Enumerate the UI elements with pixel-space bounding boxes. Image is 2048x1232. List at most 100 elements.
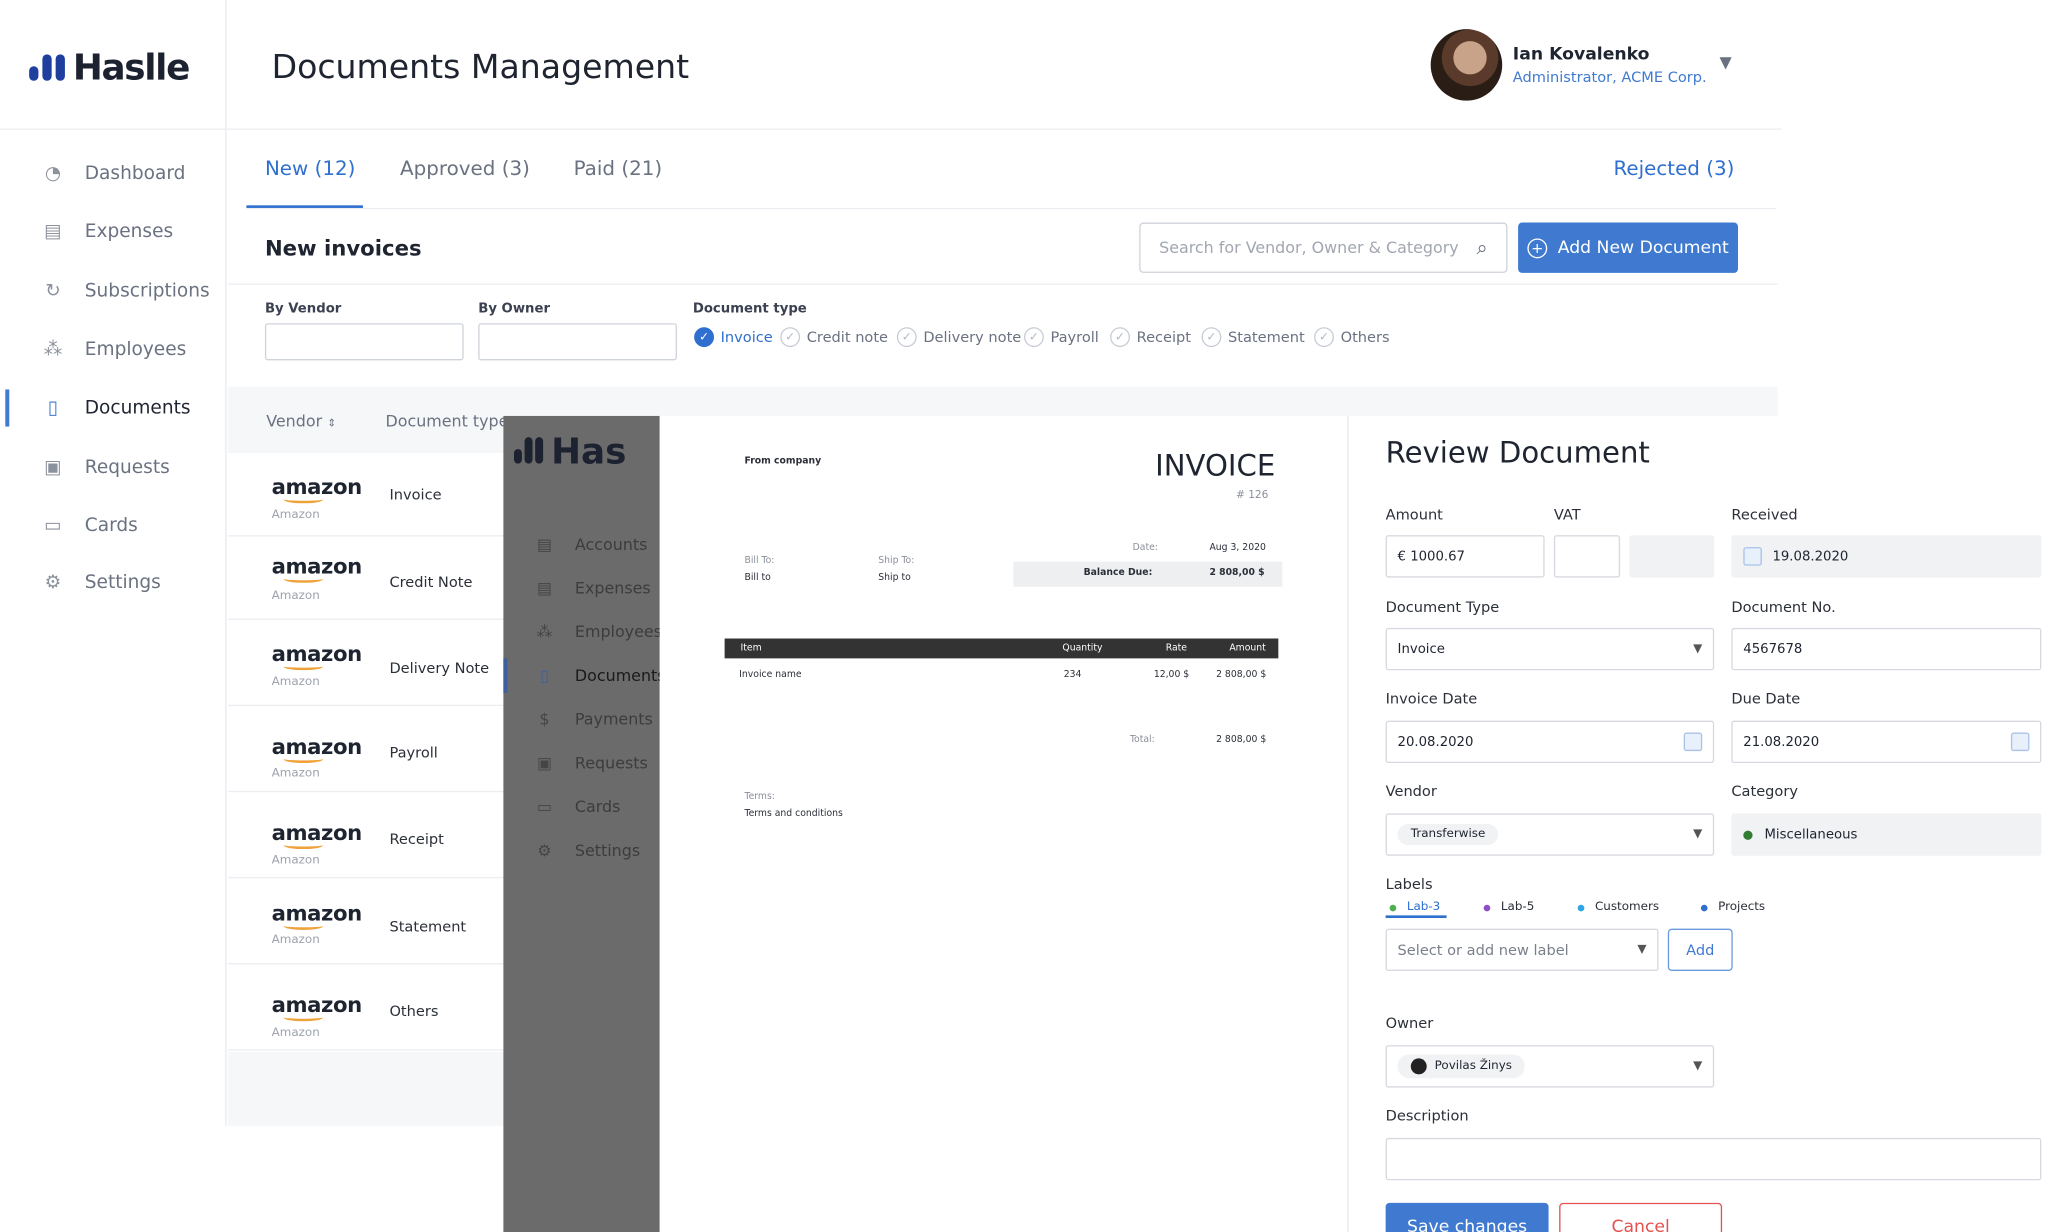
sidebar-item-expenses[interactable]: ▤ Expenses <box>40 217 225 246</box>
tab-count: (3) <box>1706 156 1735 181</box>
sidebar-item-employees[interactable]: ⁂ Employees <box>40 335 225 364</box>
label-tag-text: Customers <box>1594 900 1660 915</box>
payments-icon: $ <box>539 710 550 729</box>
header-divider <box>0 128 1782 130</box>
save-changes-button[interactable]: Save changes <box>1385 1202 1549 1232</box>
chevron-down-icon[interactable]: ▼ <box>1719 53 1731 72</box>
doc-type-receipt-checkbox[interactable]: ✓ Receipt <box>1110 327 1192 348</box>
employees-icon: ⁂ <box>43 339 63 361</box>
checkbox-label: Payroll <box>1050 328 1099 346</box>
label-tag-projects[interactable]: Projects <box>1700 901 1765 914</box>
table-row[interactable] <box>227 709 504 793</box>
calendar-icon[interactable] <box>2010 732 2030 752</box>
balance-due-value: 2 808,00 $ <box>1209 566 1265 578</box>
vat-amount-field <box>1629 535 1715 578</box>
due-date-field[interactable]: 21.08.2020 <box>1731 720 2042 764</box>
label-tag-customers[interactable]: Customers <box>1577 900 1660 915</box>
dot-icon <box>1577 904 1585 911</box>
employees-icon: ⁂ <box>536 622 553 642</box>
user-name: Ian Kovalenko <box>1512 45 1650 65</box>
invoice-date-label: Invoice Date <box>1385 690 1478 708</box>
label-select[interactable]: Select or add new label ▼ <box>1385 928 1659 972</box>
table-row[interactable] <box>227 967 504 1051</box>
amount-field[interactable]: € 1000.67 <box>1385 535 1545 578</box>
document-no-value: 4567678 <box>1743 641 1803 657</box>
avatar[interactable] <box>1430 29 1503 101</box>
amazon-smile-icon <box>283 841 324 850</box>
sidebar-item-cards[interactable]: ▭ Cards <box>40 511 225 540</box>
tab-new[interactable]: New (12) <box>265 156 355 180</box>
sidebar-item-documents[interactable]: ▯ Documents <box>40 393 225 422</box>
checkbox-label: Credit note <box>806 328 889 346</box>
checkbox-label: Others <box>1340 328 1390 346</box>
document-type-cell: Statement <box>389 918 467 936</box>
doc-type-filter-label: Document type <box>692 302 807 317</box>
owner-select[interactable]: Povilas Žinys ▼ <box>1385 1045 1715 1088</box>
owner-filter-input[interactable] <box>478 323 677 361</box>
sidebar-item-requests[interactable]: ▣ Requests <box>40 453 225 482</box>
dimmed-nav-settings: ⚙ Settings <box>533 841 640 860</box>
bill-to-value: Bill to <box>744 572 771 583</box>
doc-type-credit-note-checkbox[interactable]: ✓ Credit note <box>780 327 889 348</box>
owner-filter-label: By Owner <box>478 302 551 317</box>
sort-icon[interactable]: ⇕ <box>327 417 336 429</box>
document-type-select[interactable]: Invoice ▼ <box>1385 627 1715 671</box>
check-icon: ✓ <box>1314 327 1334 348</box>
amazon-smile-icon <box>283 575 324 583</box>
dimmed-nav-label: Requests <box>574 753 648 773</box>
chevron-down-icon: ▼ <box>1693 642 1703 656</box>
vendor-select[interactable]: Transferwise ▼ <box>1385 813 1715 856</box>
doc-type-statement-checkbox[interactable]: ✓ Statement <box>1201 327 1305 348</box>
logo-mark-icon <box>513 436 546 468</box>
column-header-vendor[interactable]: Vendor ⇕ <box>266 412 336 431</box>
sidebar-item-settings[interactable]: ⚙ Settings <box>40 568 225 597</box>
cancel-button[interactable]: Cancel <box>1559 1202 1723 1232</box>
label-tag-lab-3[interactable]: Lab-3 <box>1389 901 1440 914</box>
checkbox-label: Receipt <box>1136 328 1192 346</box>
description-field[interactable] <box>1385 1137 2042 1181</box>
checkbox-label: Statement <box>1227 328 1305 346</box>
received-label: Received <box>1731 506 1798 524</box>
column-header-document-type[interactable]: Document type <box>385 412 508 431</box>
doc-type-delivery-note-checkbox[interactable]: ✓ Delivery note <box>896 327 1021 348</box>
documents-icon: ▯ <box>47 397 59 419</box>
vat-field[interactable] <box>1553 535 1621 578</box>
search-input[interactable]: Search for Vendor, Owner & Category ⌕ <box>1139 222 1508 273</box>
add-label-button[interactable]: Add <box>1667 928 1733 972</box>
tab-rejected[interactable]: Rejected (3) <box>1613 156 1734 180</box>
doc-type-payroll-checkbox[interactable]: ✓ Payroll <box>1023 327 1099 348</box>
document-type-cell: Payroll <box>389 744 438 762</box>
owner-chip: Povilas Žinys <box>1397 1054 1526 1079</box>
label-select-placeholder: Select or add new label <box>1397 941 1569 959</box>
doc-type-invoice-checkbox[interactable]: ✓ Invoice <box>694 327 773 348</box>
document-type-cell: Receipt <box>389 830 444 848</box>
document-type-label: Document Type <box>1385 598 1500 616</box>
table-row[interactable] <box>227 795 504 879</box>
doc-type-others-checkbox[interactable]: ✓ Others <box>1314 327 1390 348</box>
brand-logo[interactable]: Haslle <box>29 37 228 98</box>
tab-count: (3) <box>501 156 530 181</box>
sidebar-item-subscriptions[interactable]: ↻ Subscriptions <box>40 277 225 306</box>
tab-approved[interactable]: Approved (3) <box>400 156 530 180</box>
search-placeholder: Search for Vendor, Owner & Category <box>1159 238 1459 257</box>
sidebar-item-label: Dashboard <box>84 162 186 185</box>
document-no-field[interactable]: 4567678 <box>1731 627 2042 671</box>
sidebar-item-label: Documents <box>84 397 191 419</box>
check-icon: ✓ <box>1201 327 1222 348</box>
expenses-icon: ▤ <box>44 221 62 243</box>
add-document-button[interactable]: + Add New Document <box>1518 222 1739 273</box>
invoice-date-field[interactable]: 20.08.2020 <box>1385 720 1715 764</box>
due-date-value: 21.08.2020 <box>1743 734 1820 750</box>
category-dot-icon <box>1743 829 1753 840</box>
plus-circle-icon: + <box>1527 237 1548 258</box>
vendor-filter-input[interactable] <box>264 323 464 361</box>
sidebar-item-dashboard[interactable]: ◔ Dashboard <box>40 159 225 188</box>
dimmed-nav-expenses: ▤ Expenses <box>533 579 651 598</box>
tab-paid[interactable]: Paid (21) <box>574 156 663 180</box>
calendar-icon[interactable] <box>1683 732 1703 752</box>
description-label: Description <box>1385 1107 1469 1125</box>
label-tag-lab-5[interactable]: Lab-5 <box>1483 901 1534 914</box>
table-row[interactable] <box>227 453 504 537</box>
search-icon[interactable]: ⌕ <box>1477 236 1488 260</box>
amount-value: € 1000.67 <box>1397 549 1465 564</box>
